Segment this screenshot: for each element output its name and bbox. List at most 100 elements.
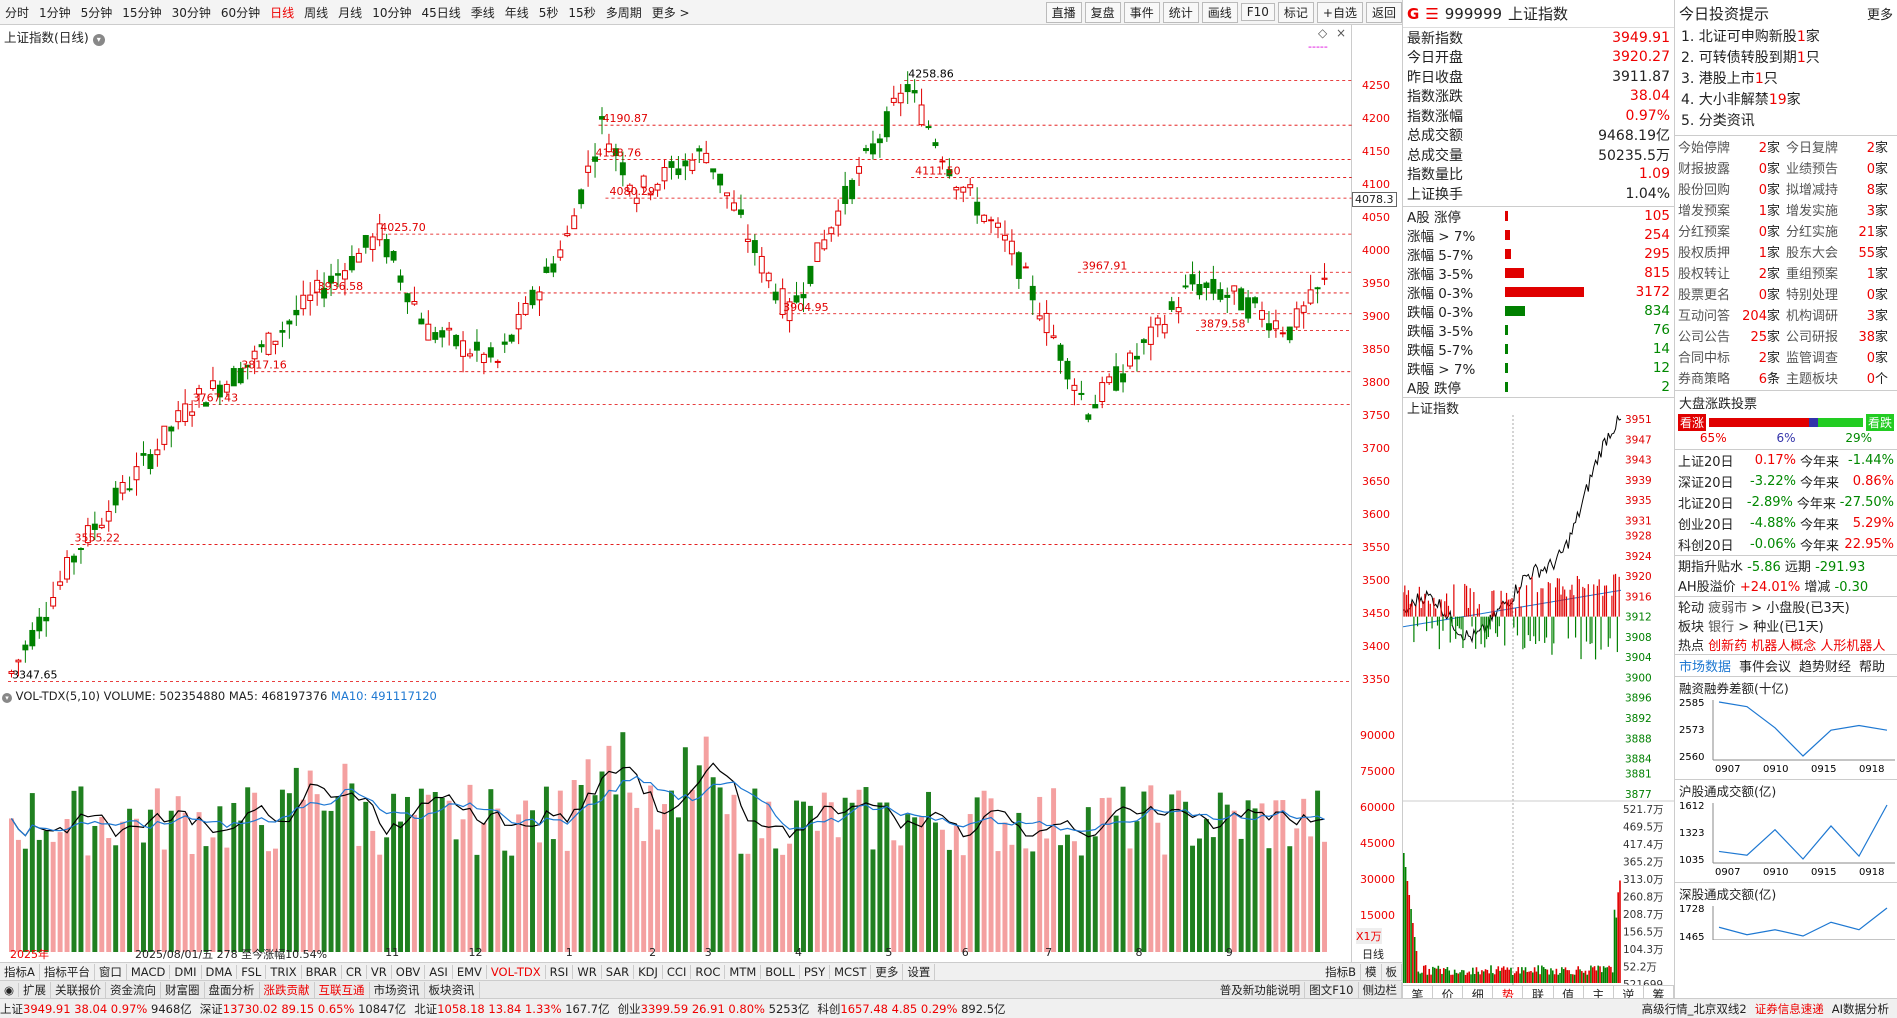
collapse-icon[interactable]: ◉ [0,982,20,997]
event-cell[interactable]: 财报披露 0家 [1678,158,1786,177]
indicator-tab-14[interactable]: VOL-TDX [487,964,546,979]
indicator-tab-11[interactable]: OBV [392,964,426,979]
event-cell[interactable]: 合同中标 2家 [1678,347,1786,366]
event-cell[interactable]: 券商策略 6条 [1678,368,1786,387]
indicator-right-1[interactable]: 模 [1361,963,1382,980]
bottom-tab-5[interactable]: 涨跌贡献 [260,981,315,998]
status-index[interactable]: 创业3399.59 26.91 0.80% 5253亿 [618,1001,810,1017]
period-7[interactable]: 周线 [299,4,333,21]
indicator-tab-15[interactable]: RSI [546,964,574,979]
indicator-tab-12[interactable]: ASI [425,964,453,979]
period-14[interactable]: 15秒 [563,4,600,21]
bottom-tab-0[interactable]: 扩展 [19,981,52,998]
indicator-tab-26[interactable]: 设置 [903,963,936,980]
event-cell[interactable]: 特别处理 0家 [1786,284,1894,303]
status-right-0[interactable]: 高级行情_北京双线2 [1642,1001,1747,1017]
indicator-tab-6[interactable]: FSL [237,964,267,979]
toolbar-btn-4[interactable]: 画线 [1201,1,1238,23]
toolbar-btn-2[interactable]: 事件 [1123,1,1160,23]
toolbar-btn-3[interactable]: 统计 [1162,1,1199,23]
indicator-tab-23[interactable]: PSY [800,964,831,979]
indicator-tab-16[interactable]: WR [573,964,602,979]
indicator-tab-0[interactable]: 指标A [0,963,40,980]
indicator-tab-20[interactable]: ROC [691,964,726,979]
period-12[interactable]: 年线 [500,4,534,21]
bottom-tab-3[interactable]: 财富圈 [161,981,205,998]
period-16[interactable]: 更多 > [647,4,695,21]
tip-item[interactable]: 1. 北证可申购新股1家 [1675,26,1897,47]
event-cell[interactable]: 股权质押 1家 [1678,242,1786,261]
indicator-right-2[interactable]: 板 [1382,963,1402,980]
event-cell[interactable]: 拟增减持 8家 [1786,179,1894,198]
indicator-tab-3[interactable]: MACD [127,964,171,979]
period-9[interactable]: 10分钟 [367,4,416,21]
event-cell[interactable]: 股权转让 2家 [1678,263,1786,282]
indicator-tab-18[interactable]: KDJ [634,964,663,979]
status-right-1[interactable]: 证券信息速递 [1755,1001,1824,1017]
period-10[interactable]: 45日线 [416,4,465,21]
period-8[interactable]: 月线 [333,4,367,21]
kline-chart[interactable]: 4258.86 4190.87 4138.76 4111.50 4080.29 4025.… [0,25,1352,690]
toolbar-btn-7[interactable]: +自选 [1316,1,1363,23]
indicator-tab-8[interactable]: BRAR [302,964,342,979]
indicator-tab-13[interactable]: EMV [453,964,487,979]
period-13[interactable]: 5秒 [534,4,564,21]
event-cell[interactable]: 重组预案 1家 [1786,263,1894,282]
status-index[interactable]: 科创1657.48 4.85 0.29% 892.5亿 [817,1001,1005,1017]
intraday-chart[interactable]: 3951 3947 3943 3939 3935 3931 3928 3924 3920 3916… [1403,414,1675,985]
event-cell[interactable]: 股东大会 55家 [1786,242,1894,261]
indicator-tab-19[interactable]: CCI [663,964,692,979]
menu-icon[interactable]: ☰ [1425,5,1438,23]
hot-topic[interactable]: 人形机器人 [1820,639,1885,654]
bottom-tab-1[interactable]: 关联报价 [51,981,107,998]
diamond-icon[interactable]: ◇ [1318,26,1327,40]
chevron-down-icon[interactable]: ▾ [92,34,105,46]
period-1[interactable]: 1分钟 [34,4,76,21]
indicator-tab-24[interactable]: MCST [830,964,872,979]
bottom-tab-2[interactable]: 资金流向 [106,981,162,998]
period-15[interactable]: 多周期 [601,4,647,21]
status-index[interactable]: 北证1058.18 13.84 1.33% 167.7亿 [414,1001,609,1017]
bottom-right-tab-2[interactable]: 侧边栏 [1359,981,1402,998]
tip-item[interactable]: 5. 分类资讯 [1675,110,1897,131]
event-cell[interactable]: 公司研报 38家 [1786,326,1894,345]
period-0[interactable]: 分时 [0,4,34,21]
indicator-tab-25[interactable]: 更多 [871,963,904,980]
bottom-tab-8[interactable]: 板块资讯 [425,981,480,998]
status-index[interactable]: 深证13730.02 89.15 0.65% 10847亿 [200,1001,406,1017]
event-cell[interactable]: 公司公告 25家 [1678,326,1786,345]
indicator-tab-1[interactable]: 指标平台 [40,963,95,980]
event-cell[interactable]: 主题板块 0个 [1786,368,1894,387]
event-cell[interactable]: 监管调查 0家 [1786,347,1894,366]
tip-item[interactable]: 3. 港股上市1只 [1675,68,1897,89]
bottom-right-tab-1[interactable]: 图文F10 [1305,981,1359,998]
toolbar-btn-0[interactable]: 直播 [1045,1,1082,23]
vote-bull-label[interactable]: 看涨 [1678,414,1707,431]
event-cell[interactable]: 机构调研 3家 [1786,305,1894,324]
period-11[interactable]: 季线 [466,4,500,21]
indicator-tab-9[interactable]: CR [342,964,367,979]
tip-item[interactable]: 4. 大小非解禁19家 [1675,89,1897,110]
indicator-tab-2[interactable]: 窗口 [95,963,127,980]
hot-topic[interactable]: 创新药 [1708,639,1751,654]
chevron-down-icon[interactable]: ▾ [2,693,12,703]
status-index[interactable]: 上证3949.91 38.04 0.97% 9468亿 [0,1001,192,1017]
indicator-tab-5[interactable]: DMA [202,964,238,979]
event-cell[interactable]: 分红实施 21家 [1786,221,1894,240]
event-cell[interactable]: 分红预案 0家 [1678,221,1786,240]
period-3[interactable]: 15分钟 [117,4,166,21]
period-6[interactable]: 日线 [265,4,299,21]
event-cell[interactable]: 互动问答 204家 [1678,305,1786,324]
status-right-2[interactable]: AI数据分析 [1832,1001,1889,1017]
toolbar-btn-5[interactable]: F10 [1240,3,1275,21]
indicator-tab-17[interactable]: SAR [602,964,635,979]
period-5[interactable]: 60分钟 [216,4,265,21]
indicator-tab-4[interactable]: DMI [170,964,202,979]
period-2[interactable]: 5分钟 [76,4,118,21]
close-icon[interactable]: × [1336,26,1346,40]
event-cell[interactable]: 今日复牌 2家 [1786,137,1894,156]
indicator-tab-7[interactable]: TRIX [266,964,302,979]
event-cell[interactable]: 业绩预告 0家 [1786,158,1894,177]
event-cell[interactable]: 今始停牌 2家 [1678,137,1786,156]
tip-item[interactable]: 2. 可转债转股到期1只 [1675,47,1897,68]
